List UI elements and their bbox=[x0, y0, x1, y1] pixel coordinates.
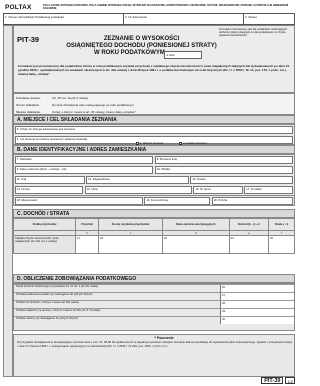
post-office-field[interactable]: 20. Poczta bbox=[211, 196, 294, 206]
region-row: 11. Kraj 12. Województwo 13. Powiat bbox=[14, 175, 294, 185]
legal-basis-row: Podstawa prawna: Art. 45 ust. 1a pkt 3 us… bbox=[16, 95, 89, 100]
district-field[interactable]: 13. Powiat bbox=[190, 175, 294, 185]
tax-base-field[interactable]: 27. bbox=[220, 293, 294, 300]
header-instructions: POLA JASNE WYPEŁNIA PODATNIK, POLA CIEMN… bbox=[43, 3, 289, 10]
calc-row-foreign: Podatek zapłacony za granicą, o którym m… bbox=[14, 308, 294, 316]
income-table: Źródła przychodów Przychód Koszty uzyska… bbox=[13, 218, 295, 254]
tax-due-field[interactable]: 30. bbox=[220, 317, 294, 324]
depreciation-cell[interactable]: 23. bbox=[161, 235, 230, 254]
name-row: 7. Nazwisko 8. Pierwsze imię bbox=[14, 155, 294, 165]
calc-row-tax: Podatek od dochodu, o którym mowa w art.… bbox=[14, 300, 294, 308]
income-table-row: Odpłatne zbycie nieruchomości i praw maj… bbox=[13, 235, 295, 254]
filing-purpose-field: 6. Cel złożenia formularza (zaznaczyć wł… bbox=[14, 135, 294, 145]
form-code: PIT-39 bbox=[17, 35, 40, 44]
note-text: W przypadku niewpłacenia w obowiązującym… bbox=[17, 340, 293, 348]
city-field[interactable]: 18. Miejscowość bbox=[14, 196, 143, 206]
form-purpose-note: Formularz przeznaczony jest dla podatnik… bbox=[219, 28, 288, 37]
status-field: 3. Status bbox=[245, 15, 257, 19]
deadline-row: Termin składania: Do dnia 30 kwietnia rok… bbox=[16, 102, 135, 107]
section-b-header: B. DANE IDENTYFIKACYJNE I ADRES ZAMIESZK… bbox=[13, 145, 295, 154]
office-row: 5. Urząd, do którego adresowane jest zez… bbox=[14, 125, 294, 135]
tax-form-page: POLTAX POLA JASNE WYPEŁNIA PODATNIK, POL… bbox=[3, 3, 295, 384]
income-table-header: Źródła przychodów Przychód Koszty uzyska… bbox=[13, 218, 295, 231]
side-margin bbox=[3, 25, 13, 377]
house-number-field[interactable]: 16. Nr domu bbox=[193, 185, 243, 195]
form-header: POLTAX POLA JASNE WYPEŁNIA PODATNIK, POL… bbox=[3, 3, 295, 13]
tax-field[interactable]: 28. bbox=[220, 301, 294, 308]
birth-date-field[interactable]: 9. Data urodzenia (dzień - miesiąc - rok… bbox=[14, 165, 154, 175]
street-field[interactable]: 15. Ulica bbox=[84, 185, 193, 195]
income-cell[interactable]: 24. bbox=[228, 235, 270, 254]
identification-row: 1. Numer Identyfikacji Podatkowej podatn… bbox=[3, 13, 295, 25]
legal-info: Podstawa prawna: Art. 45 ust. 1a pkt 3 us… bbox=[13, 93, 295, 115]
foreign-tax-field[interactable]: 29. bbox=[220, 309, 294, 316]
exempt-income-field[interactable]: 26. bbox=[220, 285, 294, 292]
country-field[interactable]: 11. Kraj bbox=[14, 175, 85, 185]
nip-field[interactable]: 1. Numer Identyfikacji Podatkowej podatn… bbox=[4, 14, 124, 24]
document-number-field[interactable]: 2. Nr dokumentu bbox=[124, 14, 244, 24]
calc-row-base: Podstawa obliczenia podatku (po zaokrągl… bbox=[14, 292, 294, 300]
calc-row-due: Podatek należny (po zaokrągleniu do pełn… bbox=[14, 316, 294, 324]
street-row: 14. Gmina 15. Ulica 16. Nr domu 17. Nr l… bbox=[14, 185, 294, 195]
page-number: 1/2 bbox=[285, 377, 295, 384]
page-footer: PIT-39 1/2 bbox=[261, 377, 295, 384]
section-c-header: C. DOCHÓD / STRATA bbox=[13, 209, 295, 218]
section-a-fields: 5. Urząd, do którego adresowane jest zez… bbox=[13, 124, 295, 145]
birth-row: 9. Data urodzenia (dzień - miesiąc - rok… bbox=[14, 165, 294, 175]
flat-number-field[interactable]: 17. Nr lokalu bbox=[244, 185, 294, 195]
first-name-field[interactable]: 8. Pierwsze imię bbox=[154, 155, 294, 165]
section-b-city-fields: 18. Miejscowość 19. Kod pocztowy 20. Poc… bbox=[13, 196, 295, 206]
revenue-cell[interactable]: 21. bbox=[74, 235, 100, 254]
section-b-fields: 7. Nazwisko 8. Pierwsze imię 9. Data uro… bbox=[13, 154, 295, 196]
form-intro-text: Formularz jest przeznaczony dla podatnik… bbox=[18, 64, 290, 76]
place-row: Miejsce składania: Urząd, o którym mowa w… bbox=[16, 109, 138, 114]
loss-cell[interactable]: 25. bbox=[268, 235, 295, 254]
poltax-logo: POLTAX bbox=[5, 4, 32, 11]
voivodeship-field[interactable]: 12. Województwo bbox=[86, 175, 189, 185]
commune-field[interactable]: 14. Gmina bbox=[14, 185, 84, 195]
postal-code-field[interactable]: 19. Kod pocztowy bbox=[144, 196, 211, 206]
instructions-note: ¹⁾ Pouczenie W przypadku niewpłacenia w … bbox=[13, 334, 295, 377]
section-a-header: A. MIEJSCE I CEL SKŁADANIA ZEZNANIA bbox=[13, 115, 295, 124]
purpose-row: 6. Cel złożenia formularza (zaznaczyć wł… bbox=[14, 135, 294, 145]
tax-calculation: Kwota dochodu zwolnionego na podstawie a… bbox=[13, 283, 295, 331]
tax-office-field[interactable]: 5. Urząd, do którego adresowane jest zez… bbox=[14, 125, 294, 135]
costs-cell[interactable]: 22. bbox=[98, 235, 163, 254]
city-row: 18. Miejscowość 19. Kod pocztowy 20. Poc… bbox=[14, 196, 294, 206]
title-block: PIT-39 ZEZNANIE O WYSOKOŚCI OSIĄGNIĘTEGO… bbox=[13, 25, 295, 93]
calc-row-exempt: Kwota dochodu zwolnionego na podstawie a… bbox=[14, 284, 294, 292]
year-field[interactable]: 4. Rok bbox=[164, 51, 202, 59]
section-d-header: D. OBLICZENIE ZOBOWIĄZANIA PODATKOWEGO bbox=[13, 274, 295, 283]
footer-form-code: PIT-39 bbox=[261, 377, 284, 384]
surname-field[interactable]: 7. Nazwisko bbox=[14, 155, 154, 165]
pesel-field[interactable]: 10. PESEL bbox=[154, 165, 294, 175]
